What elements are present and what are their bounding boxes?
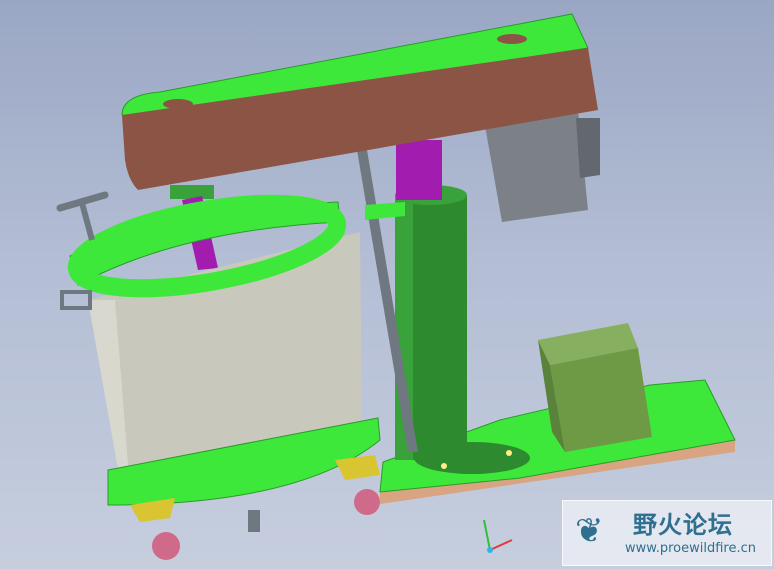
control-box — [538, 323, 652, 452]
lift-shaft — [396, 140, 442, 200]
mixing-tank — [67, 194, 381, 506]
forum-watermark: ❦ 野火论坛 www.proewildfire.cn — [562, 500, 772, 566]
watermark-title: 野火论坛 — [633, 511, 733, 539]
motor — [484, 110, 600, 222]
drain-valve — [248, 510, 260, 532]
butterfly-logo-icon: ❦ — [575, 511, 604, 551]
axis-triad — [483, 519, 513, 553]
watermark-url: www.proewildfire.cn — [625, 541, 756, 556]
caster-wheel — [130, 498, 180, 560]
caster-wheel — [335, 455, 380, 515]
cad-viewport[interactable] — [0, 0, 774, 569]
